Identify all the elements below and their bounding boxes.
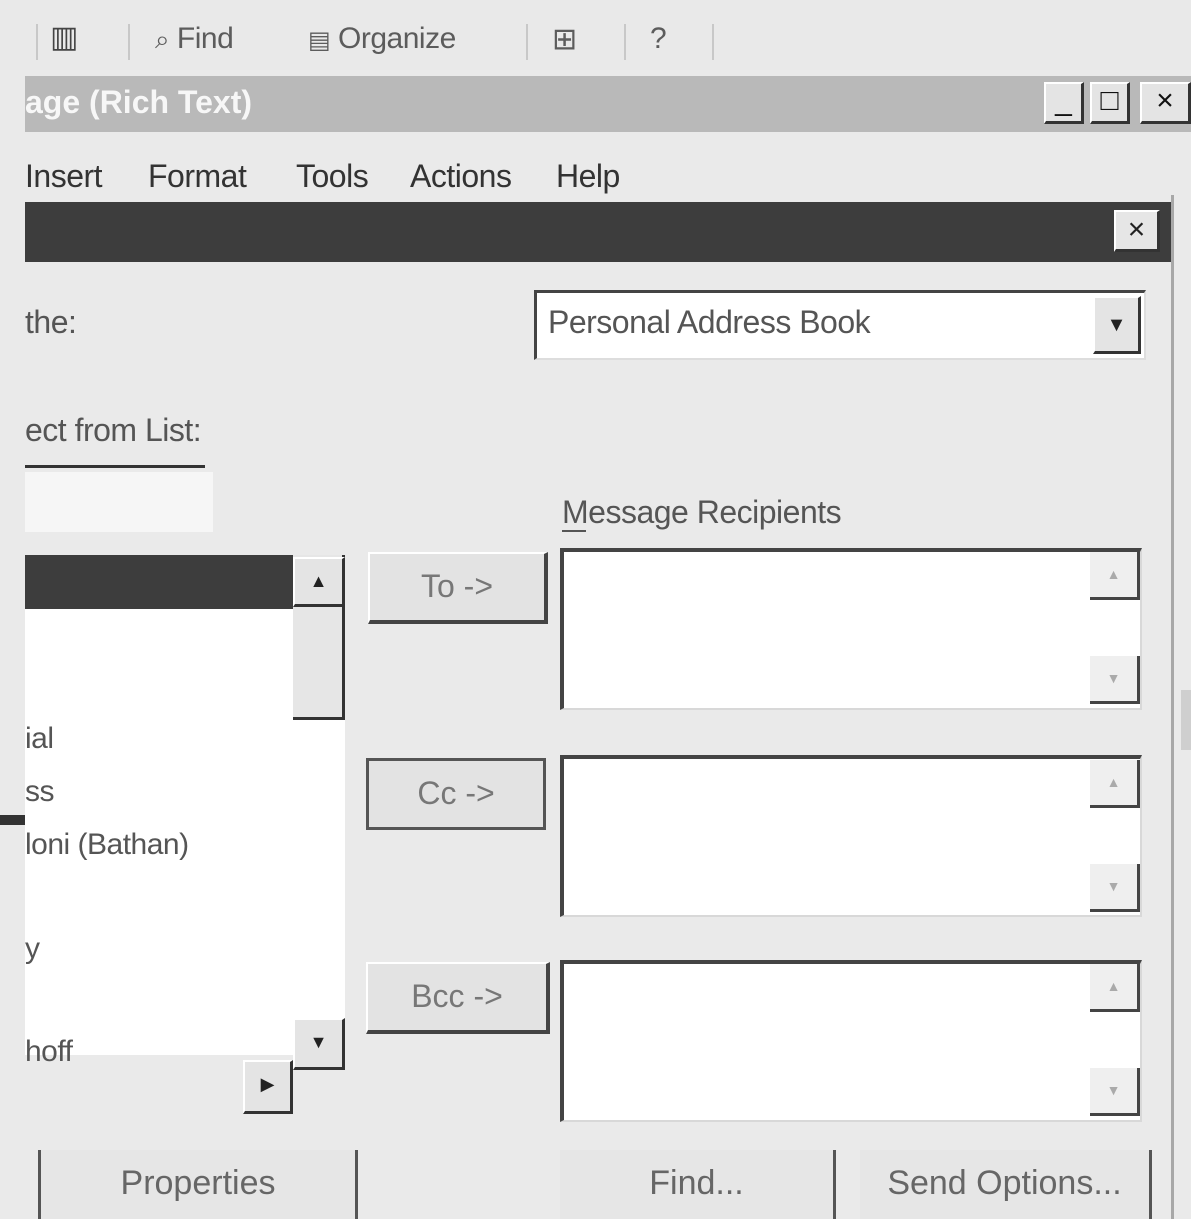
find-label: Find	[176, 22, 234, 55]
address-book-dropdown-button[interactable]: ▼	[1093, 296, 1141, 354]
toolbar-separator	[712, 24, 714, 60]
bcc-scroll-up[interactable]: ▲	[1090, 964, 1140, 1012]
menu-format[interactable]: Format	[148, 158, 247, 195]
name-search-input[interactable]	[25, 472, 213, 532]
dialog-border	[1171, 195, 1174, 1219]
properties-button[interactable]: Properties	[38, 1150, 358, 1219]
list-selected-row[interactable]	[25, 555, 293, 609]
menu-insert[interactable]: Insert	[25, 158, 103, 195]
address-book-icon[interactable]: ▥	[50, 20, 78, 55]
bcc-scroll-down[interactable]: ▼	[1090, 1068, 1140, 1116]
list-item[interactable]: y	[25, 932, 40, 966]
cc-button[interactable]: Cc ->	[366, 758, 546, 830]
send-options-button[interactable]: Send Options...	[860, 1150, 1152, 1219]
toolbar: ▥ ⌕ Find ▤ Organize ⊞ ?	[0, 0, 1191, 70]
organize-button[interactable]: ▤ Organize	[308, 22, 456, 56]
list-item[interactable]: loni (Bathan)	[25, 828, 189, 862]
cc-recipients-box[interactable]	[560, 755, 1142, 917]
address-book-value: Personal Address Book	[548, 304, 871, 340]
minimize-icon: _	[1055, 84, 1072, 117]
find-button[interactable]: ⌕ Find	[155, 22, 234, 56]
show-names-label: the:	[25, 304, 77, 340]
minimize-button[interactable]: _	[1044, 82, 1084, 124]
list-item[interactable]: hoff	[25, 1035, 73, 1069]
scroll-down-icon: ▼	[309, 1032, 328, 1052]
help-button[interactable]: ?	[650, 22, 667, 56]
find-names-button[interactable]: Find...	[560, 1150, 836, 1219]
close-icon: ×	[1127, 213, 1146, 246]
window-title: age (Rich Text)	[25, 84, 252, 120]
cc-scroll-down[interactable]: ▼	[1090, 864, 1140, 912]
background-window-edge	[1181, 690, 1191, 750]
to-scroll-up[interactable]: ▲	[1090, 552, 1140, 600]
options-icon[interactable]: ⊞	[552, 22, 577, 57]
chevron-down-icon: ▼	[1106, 314, 1127, 336]
close-icon: ×	[1156, 84, 1174, 117]
mnemonic-underline	[562, 530, 586, 532]
menu-tools[interactable]: Tools	[296, 158, 369, 195]
help-icon: ?	[650, 22, 667, 55]
type-name-label: ect from List:	[25, 412, 202, 448]
bcc-recipients-box[interactable]	[560, 960, 1142, 1122]
scroll-up-button[interactable]: ▲	[293, 557, 345, 607]
organize-icon: ▤	[308, 27, 331, 54]
window-edge-mark	[0, 815, 25, 825]
label-underline	[25, 465, 205, 468]
scroll-down-button[interactable]: ▼	[293, 1018, 345, 1070]
find-icon: ⌕	[155, 24, 170, 54]
maximize-icon: □	[1100, 84, 1119, 117]
window-close-button[interactable]: ×	[1140, 82, 1191, 124]
scroll-right-button[interactable]: ▶	[243, 1060, 293, 1114]
toolbar-separator	[624, 24, 626, 60]
maximize-button[interactable]: □	[1090, 82, 1130, 124]
dialog-close-button[interactable]: ×	[1114, 210, 1160, 252]
scroll-right-icon: ▶	[260, 1074, 275, 1094]
toolbar-separator	[36, 24, 38, 60]
organize-label: Organize	[338, 22, 456, 55]
menu-actions[interactable]: Actions	[410, 158, 512, 195]
to-recipients-box[interactable]	[560, 548, 1142, 710]
bcc-button[interactable]: Bcc ->	[366, 962, 550, 1034]
toolbar-separator	[128, 24, 130, 60]
menu-help[interactable]: Help	[556, 158, 620, 195]
toolbar-separator	[526, 24, 528, 60]
cc-scroll-up[interactable]: ▲	[1090, 760, 1140, 808]
list-item[interactable]: ss	[25, 775, 55, 809]
message-recipients-label: Message Recipients	[562, 494, 842, 530]
dialog-title-bar	[25, 202, 1171, 262]
list-item[interactable]: ial	[25, 722, 54, 756]
scroll-up-icon: ▲	[309, 571, 328, 591]
to-scroll-down[interactable]: ▼	[1090, 656, 1140, 704]
to-button[interactable]: To ->	[368, 552, 548, 624]
